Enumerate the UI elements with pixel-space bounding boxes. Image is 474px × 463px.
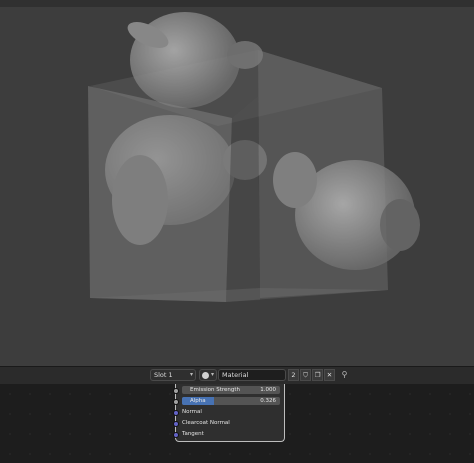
alpha-label: Alpha xyxy=(190,398,206,404)
pin-button[interactable]: ⚲ xyxy=(339,369,350,381)
tangent-socket-label: Tangent xyxy=(182,431,204,437)
new-material-button[interactable]: ❐ xyxy=(312,369,323,381)
material-name-field[interactable]: Material xyxy=(218,369,286,381)
material-browse-button[interactable]: ▾ xyxy=(199,369,217,381)
shield-icon: ⛉ xyxy=(303,371,308,379)
duplicate-icon: ❐ xyxy=(314,371,321,379)
users-count-button[interactable]: 2 xyxy=(288,369,299,381)
unlink-button[interactable]: ✕ xyxy=(324,369,335,381)
clearcoat-normal-socket-label: Clearcoat Normal xyxy=(182,420,230,426)
fake-user-button[interactable]: ⛉ xyxy=(300,369,311,381)
front-box-face xyxy=(88,86,232,302)
socket-normal[interactable] xyxy=(173,410,179,416)
slot-label: Slot 1 xyxy=(154,371,173,379)
normal-socket-label: Normal xyxy=(182,409,202,415)
chevron-down-icon: ▾ xyxy=(210,371,214,378)
3d-viewport[interactable] xyxy=(0,0,474,366)
emission-strength-field[interactable]: Emission Strength 1.000 xyxy=(182,386,280,394)
material-name: Material xyxy=(222,371,249,379)
principled-bsdf-node[interactable]: Emission Strength 1.000 Alpha 0.326 Norm… xyxy=(173,384,285,442)
emission-strength-value: 1.000 xyxy=(260,387,276,393)
socket-clearcoat-normal[interactable] xyxy=(173,421,179,427)
emission-strength-label: Emission Strength xyxy=(190,387,241,393)
alpha-field[interactable]: Alpha 0.326 xyxy=(182,397,280,405)
socket-alpha[interactable] xyxy=(173,399,179,405)
alpha-value: 0.326 xyxy=(260,398,276,404)
node-editor-header: Slot 1 ▾ ▾ Material 2 ⛉ ❐ ✕ ⚲ xyxy=(0,366,474,384)
scene-render xyxy=(88,12,420,302)
socket-emission-strength[interactable] xyxy=(173,388,179,394)
pin-icon: ⚲ xyxy=(341,370,348,379)
slot-dropdown[interactable]: Slot 1 ▾ xyxy=(150,369,196,381)
close-icon: ✕ xyxy=(326,371,333,379)
socket-tangent[interactable] xyxy=(173,432,179,438)
chevron-down-icon: ▾ xyxy=(189,371,193,378)
